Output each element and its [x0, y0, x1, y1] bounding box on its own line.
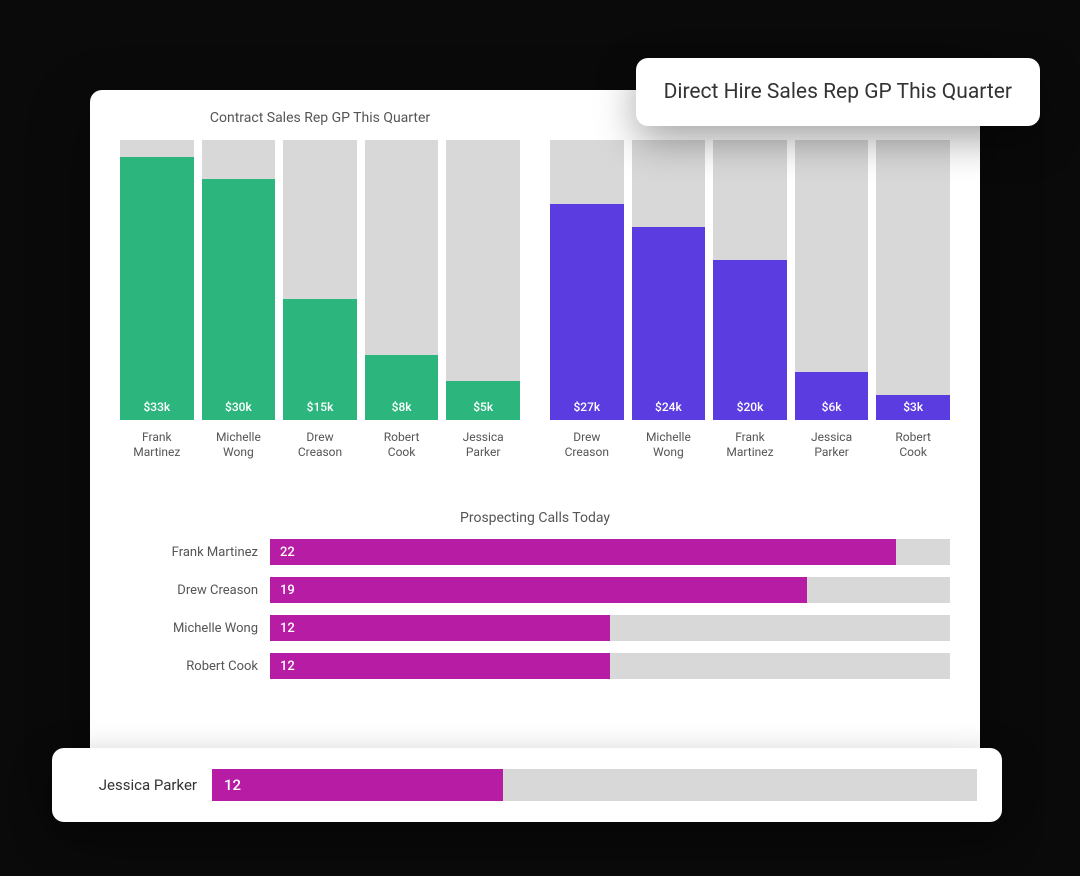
bar-label: RobertCook: [365, 430, 439, 461]
bar-label: MichelleWong: [202, 430, 276, 461]
bar-fill: $27k: [550, 204, 624, 420]
floating-title-text: Direct Hire Sales Rep GP This Quarter: [664, 80, 1012, 104]
bar-track: 12: [270, 615, 950, 641]
bar-track: $6k: [795, 140, 869, 420]
bar-track: 12: [212, 769, 977, 801]
bars-row: $33k FrankMartinez $30k MichelleWong $15…: [120, 141, 520, 461]
top-charts-row: Contract Sales Rep GP This Quarter $33k …: [120, 110, 950, 490]
bar-track: $15k: [283, 140, 357, 420]
bar-label: DrewCreason: [283, 430, 357, 461]
bar-fill: $3k: [876, 395, 950, 420]
floating-highlight-row: Jessica Parker 12: [52, 748, 1002, 822]
bar-column: $33k FrankMartinez: [120, 140, 194, 461]
bars-row: $27k DrewCreason $24k MichelleWong $20k …: [550, 141, 950, 461]
bar-track: 22: [270, 539, 950, 565]
row-label: Jessica Parker: [77, 776, 212, 794]
bar-column: $27k DrewCreason: [550, 140, 624, 461]
bar-column: $8k RobertCook: [365, 140, 439, 461]
chart-title: Prospecting Calls Today: [120, 510, 950, 526]
bar-column: $3k RobertCook: [876, 140, 950, 461]
calls-row: Robert Cook 12: [120, 652, 950, 680]
calls-row: Frank Martinez 22: [120, 538, 950, 566]
bar-label: JessicaParker: [795, 430, 869, 461]
bar-track: $24k: [632, 140, 706, 420]
bar-track: $8k: [365, 140, 439, 420]
bar-track: $3k: [876, 140, 950, 420]
bar-fill: 12: [270, 653, 610, 679]
bar-column: $5k JessicaParker: [446, 140, 520, 461]
bar-label: FrankMartinez: [713, 430, 787, 461]
bar-column: $30k MichelleWong: [202, 140, 276, 461]
bar-fill: $24k: [632, 227, 706, 420]
bar-fill: $20k: [713, 260, 787, 420]
bar-column: $20k FrankMartinez: [713, 140, 787, 461]
bar-fill: 19: [270, 577, 807, 603]
bar-fill: $5k: [446, 381, 520, 420]
bar-label: FrankMartinez: [120, 430, 194, 461]
bar-label: JessicaParker: [446, 430, 520, 461]
row-label: Drew Creason: [120, 583, 270, 598]
bar-column: $24k MichelleWong: [632, 140, 706, 461]
bar-fill: 22: [270, 539, 896, 565]
bar-track: $5k: [446, 140, 520, 420]
prospecting-calls-chart: Prospecting Calls Today Frank Martinez 2…: [120, 510, 950, 680]
bar-track: $30k: [202, 140, 276, 420]
bar-track: 12: [270, 653, 950, 679]
row-label: Michelle Wong: [120, 621, 270, 636]
calls-row: Drew Creason 19: [120, 576, 950, 604]
bar-track: $27k: [550, 140, 624, 420]
bar-fill: $15k: [283, 299, 357, 419]
direct-hire-chart: Direct Hire Sales Rep GP This Quarter $2…: [550, 110, 950, 490]
bar-track: $33k: [120, 140, 194, 420]
bar-column: $6k JessicaParker: [795, 140, 869, 461]
dashboard-card: Contract Sales Rep GP This Quarter $33k …: [90, 90, 980, 774]
bar-fill: 12: [212, 769, 503, 801]
bar-fill: $33k: [120, 157, 194, 420]
bar-label: DrewCreason: [550, 430, 624, 461]
bar-fill: $8k: [365, 355, 439, 419]
bar-label: MichelleWong: [632, 430, 706, 461]
bar-column: $15k DrewCreason: [283, 140, 357, 461]
chart-title: Contract Sales Rep GP This Quarter: [120, 110, 520, 126]
bar-track: 19: [270, 577, 950, 603]
bar-fill: 12: [270, 615, 610, 641]
calls-row: Michelle Wong 12: [120, 614, 950, 642]
contract-sales-chart: Contract Sales Rep GP This Quarter $33k …: [120, 110, 520, 490]
floating-title-card: Direct Hire Sales Rep GP This Quarter: [636, 58, 1040, 126]
bar-label: RobertCook: [876, 430, 950, 461]
bar-fill: $30k: [202, 179, 276, 420]
row-label: Frank Martinez: [120, 545, 270, 560]
row-label: Robert Cook: [120, 659, 270, 674]
bar-track: $20k: [713, 140, 787, 420]
bar-fill: $6k: [795, 372, 869, 420]
